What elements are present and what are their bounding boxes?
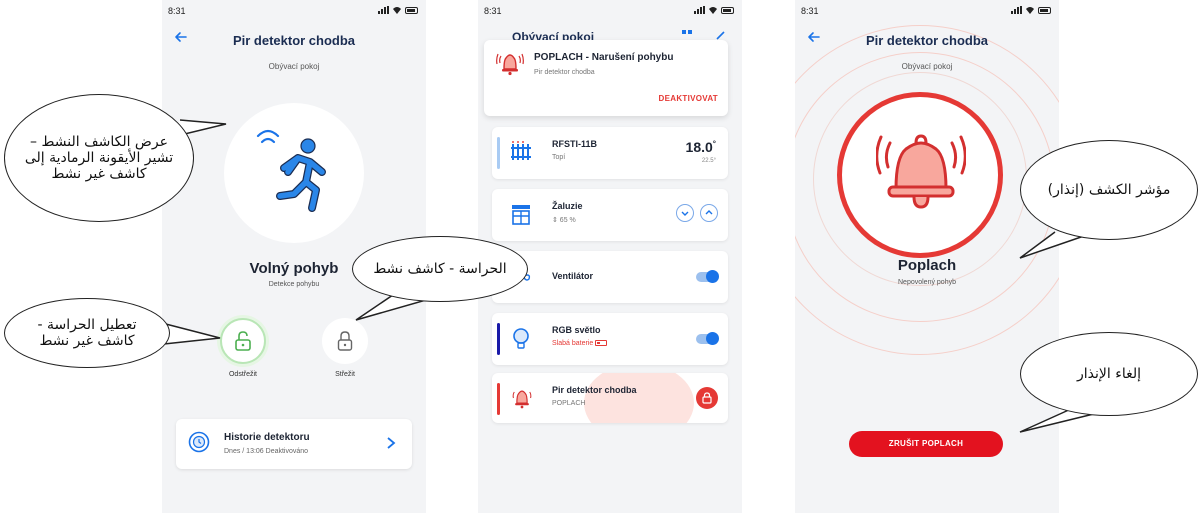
callout-active-detector: عرض الكاشف النشط – تشير الأيقونة الرمادي… xyxy=(4,94,194,222)
callout-disable-guard: تعطيل الحراسة - كاشف غير نشط xyxy=(4,298,170,368)
device-status: POPLACH xyxy=(552,400,586,407)
callout-cancel-alarm: إلغاء الإنذار xyxy=(1020,332,1198,416)
device-name: Pir detektor chodba xyxy=(552,385,637,395)
callout-detection-indicator: مؤشر الكشف (إنذار) xyxy=(1020,140,1198,240)
callout-tails xyxy=(157,119,1111,433)
callout-guard-active: الحراسة - كاشف نشط xyxy=(352,236,528,302)
